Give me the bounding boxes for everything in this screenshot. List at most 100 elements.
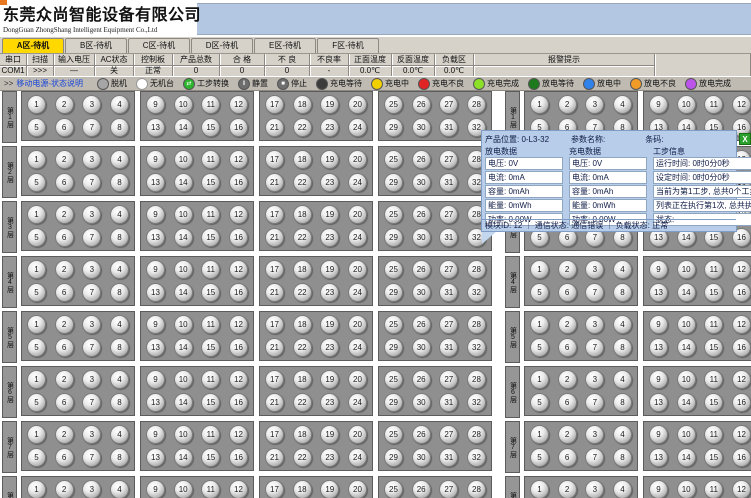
position-cell[interactable]: 3	[82, 205, 101, 224]
position-cell[interactable]: 12	[229, 480, 248, 498]
position-cell[interactable]: 12	[229, 150, 248, 169]
position-cell[interactable]: 29	[384, 283, 403, 302]
position-cell[interactable]: 5	[27, 283, 46, 302]
position-cell[interactable]: 24	[348, 338, 367, 357]
position-cell[interactable]: 25	[384, 315, 403, 334]
position-cell[interactable]: 7	[585, 283, 604, 302]
position-cell[interactable]: 9	[146, 425, 165, 444]
position-cell[interactable]: 23	[320, 228, 339, 247]
position-cell[interactable]: 5	[27, 393, 46, 412]
position-cell[interactable]: 2	[55, 315, 74, 334]
position-cell[interactable]: 3	[585, 260, 604, 279]
position-cell[interactable]: 15	[704, 393, 723, 412]
position-cell[interactable]: 9	[146, 150, 165, 169]
position-cell[interactable]: 16	[229, 228, 248, 247]
position-cell[interactable]: 2	[558, 370, 577, 389]
position-cell[interactable]: 23	[320, 118, 339, 137]
position-cell[interactable]: 23	[320, 393, 339, 412]
position-cell[interactable]: 23	[320, 173, 339, 192]
position-cell[interactable]: 17	[265, 205, 284, 224]
position-cell[interactable]: 7	[82, 283, 101, 302]
position-cell[interactable]: 15	[201, 448, 220, 467]
position-cell[interactable]: 23	[320, 283, 339, 302]
position-cell[interactable]: 5	[530, 338, 549, 357]
position-cell[interactable]: 11	[704, 370, 723, 389]
position-cell[interactable]: 30	[412, 393, 431, 412]
position-cell[interactable]: 18	[293, 315, 312, 334]
position-cell[interactable]: 7	[82, 228, 101, 247]
position-cell[interactable]: 11	[201, 425, 220, 444]
position-cell[interactable]: 17	[265, 150, 284, 169]
position-cell[interactable]: 19	[320, 205, 339, 224]
position-cell[interactable]: 5	[530, 448, 549, 467]
position-cell[interactable]: 12	[732, 260, 751, 279]
position-cell[interactable]: 32	[467, 338, 486, 357]
position-cell[interactable]: 29	[384, 448, 403, 467]
position-cell[interactable]: 8	[110, 228, 129, 247]
position-cell[interactable]: 23	[320, 338, 339, 357]
position-cell[interactable]: 9	[649, 425, 668, 444]
position-cell[interactable]: 20	[348, 315, 367, 334]
position-cell[interactable]: 27	[439, 205, 458, 224]
position-cell[interactable]: 2	[55, 425, 74, 444]
position-cell[interactable]: 3	[82, 315, 101, 334]
position-cell[interactable]: 29	[384, 118, 403, 137]
position-cell[interactable]: 22	[293, 448, 312, 467]
position-cell[interactable]: 3	[585, 480, 604, 498]
position-cell[interactable]: 28	[467, 370, 486, 389]
position-cell[interactable]: 6	[55, 283, 74, 302]
position-cell[interactable]: 9	[146, 260, 165, 279]
position-cell[interactable]: 11	[704, 95, 723, 114]
position-cell[interactable]: 31	[439, 448, 458, 467]
position-cell[interactable]: 32	[467, 448, 486, 467]
position-cell[interactable]: 11	[201, 95, 220, 114]
position-cell[interactable]: 13	[146, 338, 165, 357]
position-cell[interactable]: 16	[732, 338, 751, 357]
position-cell[interactable]: 20	[348, 370, 367, 389]
position-cell[interactable]: 9	[649, 315, 668, 334]
position-cell[interactable]: 26	[412, 205, 431, 224]
position-cell[interactable]: 31	[439, 173, 458, 192]
position-cell[interactable]: 8	[613, 283, 632, 302]
position-cell[interactable]: 2	[558, 480, 577, 498]
position-cell[interactable]: 9	[146, 205, 165, 224]
position-cell[interactable]: 21	[265, 283, 284, 302]
position-cell[interactable]: 2	[558, 425, 577, 444]
position-cell[interactable]: 10	[174, 260, 193, 279]
position-cell[interactable]: 31	[439, 118, 458, 137]
position-cell[interactable]: 29	[384, 338, 403, 357]
position-cell[interactable]: 25	[384, 480, 403, 498]
position-cell[interactable]: 19	[320, 370, 339, 389]
position-cell[interactable]: 6	[558, 393, 577, 412]
position-cell[interactable]: 8	[613, 338, 632, 357]
position-cell[interactable]: 17	[265, 425, 284, 444]
position-cell[interactable]: 20	[348, 95, 367, 114]
position-cell[interactable]: 11	[201, 260, 220, 279]
position-cell[interactable]: 2	[55, 95, 74, 114]
position-cell[interactable]: 3	[585, 315, 604, 334]
position-cell[interactable]: 24	[348, 173, 367, 192]
position-cell[interactable]: 1	[27, 260, 46, 279]
position-cell[interactable]: 11	[704, 315, 723, 334]
position-cell[interactable]: 7	[585, 393, 604, 412]
position-cell[interactable]: 3	[585, 95, 604, 114]
position-cell[interactable]: 4	[613, 260, 632, 279]
position-cell[interactable]: 1	[27, 370, 46, 389]
position-cell[interactable]: 10	[677, 425, 696, 444]
position-cell[interactable]: 4	[613, 480, 632, 498]
position-cell[interactable]: 29	[384, 228, 403, 247]
position-cell[interactable]: 2	[55, 260, 74, 279]
position-cell[interactable]: 11	[704, 260, 723, 279]
position-cell[interactable]: 10	[174, 150, 193, 169]
position-cell[interactable]: 11	[704, 425, 723, 444]
position-cell[interactable]: 14	[174, 393, 193, 412]
position-cell[interactable]: 28	[467, 315, 486, 334]
position-cell[interactable]: 9	[146, 315, 165, 334]
position-cell[interactable]: 24	[348, 283, 367, 302]
position-cell[interactable]: 28	[467, 95, 486, 114]
position-cell[interactable]: 11	[201, 315, 220, 334]
position-cell[interactable]: 6	[55, 118, 74, 137]
position-cell[interactable]: 2	[558, 95, 577, 114]
position-cell[interactable]: 26	[412, 315, 431, 334]
position-cell[interactable]: 10	[677, 260, 696, 279]
